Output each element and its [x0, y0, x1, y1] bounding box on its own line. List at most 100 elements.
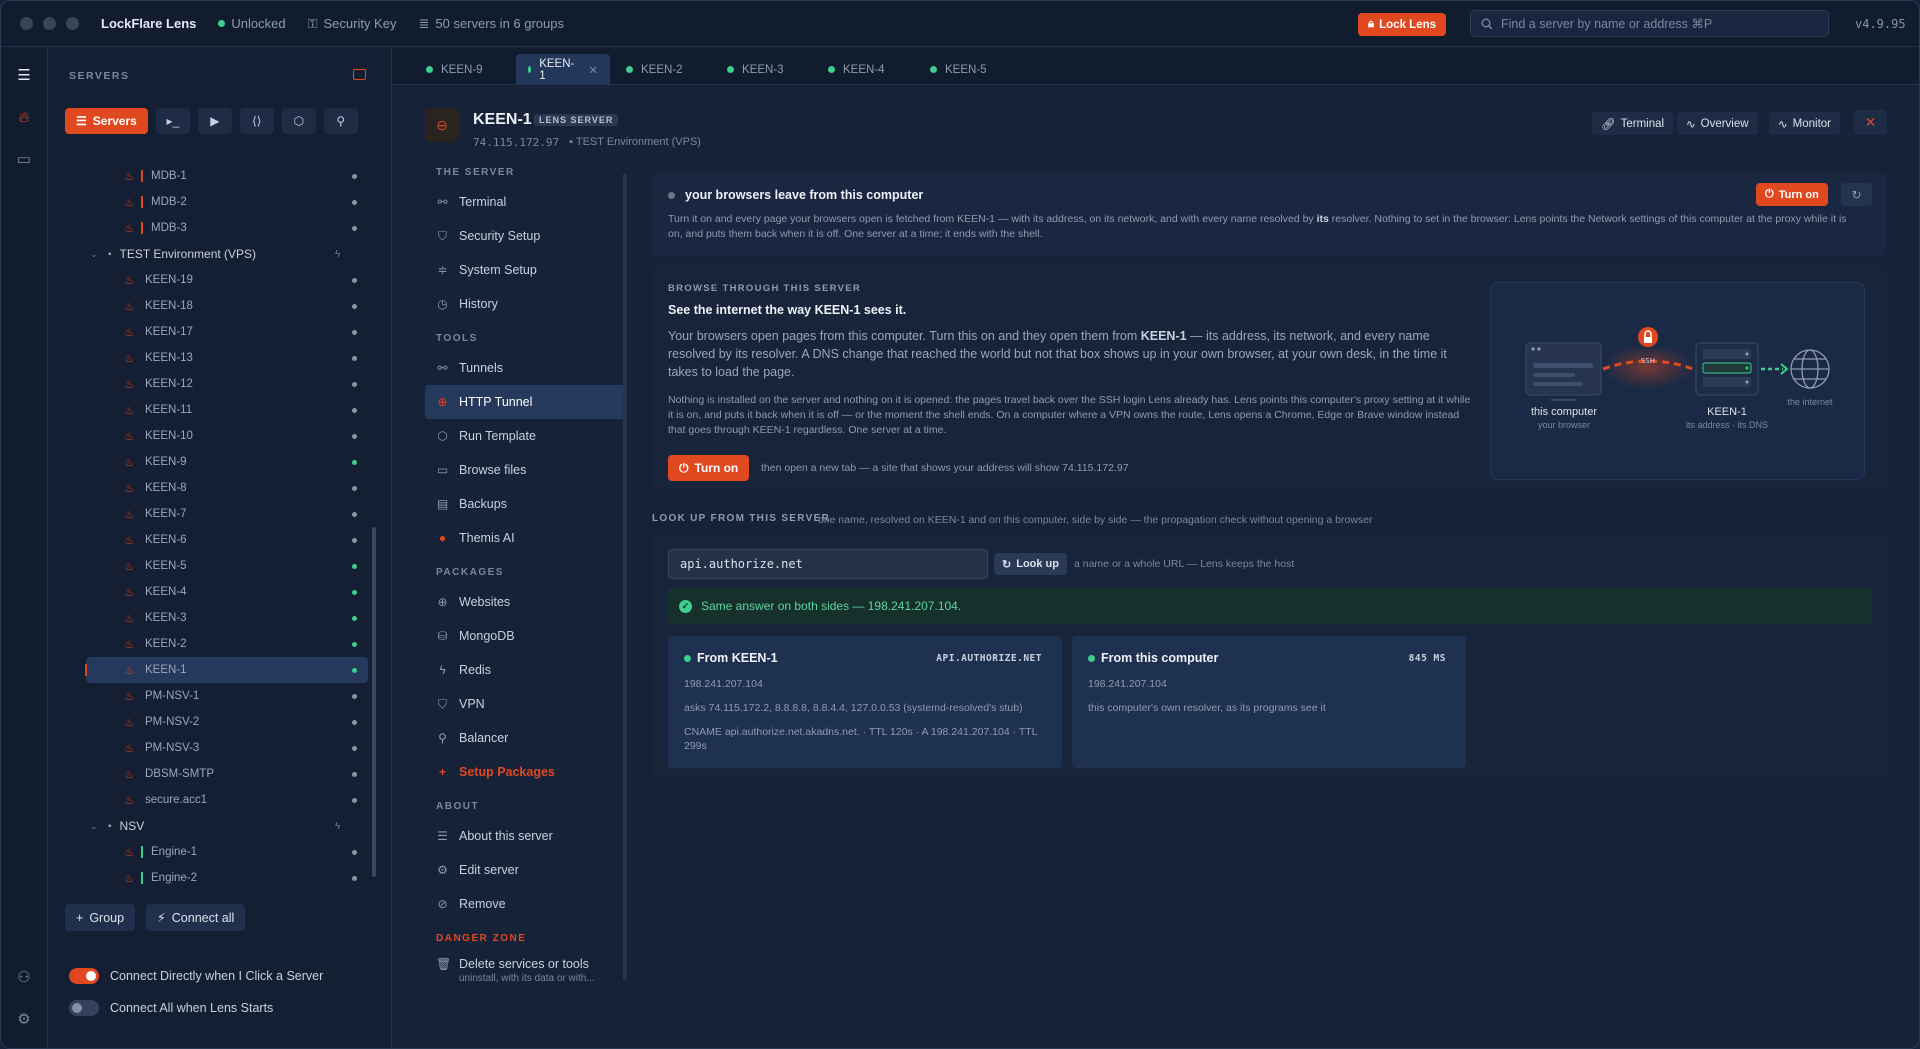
tree-server-item[interactable]: ♨ KEEN-8 [48, 475, 378, 501]
connect-all-on-start-toggle[interactable] [69, 1000, 99, 1016]
tree-server-item[interactable]: ♨ secure.acc1 [48, 787, 378, 813]
tree-server-item[interactable]: ♨ KEEN-5 [48, 553, 378, 579]
tree-server-item[interactable]: ♨ Engine-1 [48, 839, 378, 865]
nav-scrollbar[interactable] [623, 173, 627, 981]
nav-vpn[interactable]: ⛉ VPN [425, 687, 627, 721]
overview-button[interactable]: ∿ Overview [1677, 112, 1758, 135]
tree-server-item[interactable]: ♨ PM-NSV-1 [48, 683, 378, 709]
tab-keen-5[interactable]: KEEN-5 [918, 54, 999, 85]
nav-redis[interactable]: ϟ Redis [425, 653, 627, 687]
tree-server-item[interactable]: ♨ PM-NSV-2 [48, 709, 378, 735]
bolt-icon[interactable]: ϟ [335, 249, 340, 260]
close-window-button[interactable] [20, 17, 33, 30]
tree-server-item[interactable]: ♨ KEEN-19 [48, 267, 378, 293]
close-tab-icon[interactable]: ✕ [588, 63, 598, 77]
tree-group[interactable]: ⌄ ▪ TEST Environment (VPS) ϟ [48, 241, 378, 267]
nav-section-tools: TOOLS [436, 333, 478, 344]
lock-lens-button[interactable]: 🔒︎ Lock Lens [1358, 13, 1447, 36]
nav-security-setup[interactable]: ⛉ Security Setup [425, 219, 627, 253]
tree-server-item[interactable]: ♨ KEEN-18 [48, 293, 378, 319]
zoom-window-button[interactable] [66, 17, 79, 30]
nav-mongodb[interactable]: ⛁ MongoDB [425, 619, 627, 653]
sidebar-scrollbar[interactable] [372, 527, 376, 877]
nav-terminal[interactable]: ⚯ Terminal [425, 185, 627, 219]
nav-edit-server[interactable]: ⚙ Edit server [425, 853, 627, 887]
tree-server-item[interactable]: ♨ KEEN-17 [48, 319, 378, 345]
tree-server-item[interactable]: ♨ MDB-1 [48, 163, 378, 189]
nav-websites[interactable]: ⊕ Websites [425, 585, 627, 619]
tree-server-item[interactable]: ♨ KEEN-10 [48, 423, 378, 449]
nav-about[interactable]: ☰ About this server [425, 819, 627, 853]
lookup-input[interactable]: api.authorize.net [668, 549, 988, 579]
nav-browse-files[interactable]: ▭ Browse files [425, 453, 627, 487]
connect-directly-toggle[interactable] [69, 968, 99, 984]
settings-gear-icon[interactable]: ⚙ [14, 1009, 34, 1029]
users-icon[interactable]: ⚇ [14, 967, 34, 987]
lookup-button[interactable]: ↻ Look up [994, 553, 1067, 575]
tree-server-item[interactable]: ♨ KEEN-2 [48, 631, 378, 657]
tree-group[interactable]: ⌄ ▪ NSV ϟ [48, 813, 378, 839]
add-group-button[interactable]: + Group [65, 904, 136, 931]
tree-server-item[interactable]: ♨ MDB-3 [48, 215, 378, 241]
tab-keen-4[interactable]: KEEN-4 [816, 54, 897, 85]
tab-keen-1[interactable]: KEEN-1 ✕ [516, 54, 610, 85]
nav-balancer[interactable]: ⚲ Balancer [425, 721, 627, 755]
flame-icon: ♨ [124, 794, 134, 807]
nav-themis-ai[interactable]: ● Themis AI [425, 521, 627, 555]
tree-server-item[interactable]: ♨ KEEN-6 [48, 527, 378, 553]
tree-server-item[interactable]: ♨ KEEN-7 [48, 501, 378, 527]
tree-server-item[interactable]: ♨ KEEN-13 [48, 345, 378, 371]
tab-run[interactable]: ▶ [197, 108, 232, 134]
tree-server-item[interactable]: ♨ KEEN-11 [48, 397, 378, 423]
nav-backups[interactable]: ▤ Backups [425, 487, 627, 521]
servers-sidebar: SERVERS ☰ Servers ▸_ ▶ ⟨⟩ ⬡ ⚲ ♨ MDB-1 ♨ MDB-… [48, 47, 392, 1048]
minimize-window-button[interactable] [43, 17, 56, 30]
servers-icon[interactable]: ☰ [14, 65, 34, 85]
browse-turn-on-button[interactable]: ⏻ Turn on [668, 455, 750, 481]
nav-history[interactable]: ◷ History [425, 287, 627, 321]
tab-packages[interactable]: ⬡ [281, 108, 316, 134]
nav-remove[interactable]: ⊘ Remove [425, 887, 627, 921]
tab-keen-9[interactable]: KEEN-9 [414, 54, 495, 85]
chevron-down-icon[interactable]: ⌄ [90, 249, 102, 260]
security-key-indicator[interactable]: ⚿ Security Key [308, 16, 397, 32]
tree-server-item[interactable]: ♨ MDB-2 [48, 189, 378, 215]
connect-all-button[interactable]: ⚡︎ Connect all [146, 904, 246, 931]
connection-status-dot [352, 459, 357, 465]
tab-terminal[interactable]: ▸_ [155, 108, 190, 134]
bolt-icon[interactable]: ϟ [335, 821, 340, 832]
server-search-input[interactable]: Find a server by name or address ⌘P [1470, 10, 1829, 37]
refresh-button[interactable]: ↻ [1841, 183, 1872, 206]
proxy-description: Turn it on and every page your browsers … [668, 213, 1847, 240]
folder-icon[interactable]: ▭ [14, 149, 34, 169]
tree-server-item[interactable]: ♨ Engine-2 [48, 865, 378, 891]
terminal-button[interactable]: 🔗︎ Terminal [1592, 112, 1674, 135]
tab-code[interactable]: ⟨⟩ [239, 108, 274, 134]
flame-icon[interactable]: 🔥︎ [14, 107, 34, 127]
shield-icon: ⛉ [437, 696, 447, 711]
tab-keen-2[interactable]: KEEN-2 [614, 54, 695, 85]
proxy-turn-on-button[interactable]: ⏻ Turn on [1756, 183, 1828, 206]
monitor-button[interactable]: ∿ Monitor [1769, 112, 1840, 135]
tree-server-item[interactable]: ♨ DBSM-SMTP [48, 761, 378, 787]
tree-server-item[interactable]: ♨ KEEN-9 [48, 449, 378, 475]
nav-run-template[interactable]: ⬡ Run Template [425, 419, 627, 453]
tab-topology[interactable]: ⚲ [323, 108, 358, 134]
connection-status-dot [352, 173, 357, 179]
nav-delete-services[interactable]: 🗑︎ Delete services or tools uninstall, wit… [425, 951, 627, 991]
nav-system-setup[interactable]: ≑ System Setup [425, 253, 627, 287]
tree-server-item[interactable]: ♨ KEEN-1 [85, 657, 368, 683]
tree-server-item[interactable]: ♨ KEEN-12 [48, 371, 378, 397]
chevron-down-icon[interactable]: ⌄ [90, 821, 102, 832]
tab-servers[interactable]: ☰ Servers [65, 108, 148, 134]
tree-server-item[interactable]: ♨ PM-NSV-3 [48, 735, 378, 761]
database-icon: ⛁ [437, 629, 448, 643]
tree-server-item[interactable]: ♨ KEEN-3 [48, 605, 378, 631]
tree-server-item[interactable]: ♨ KEEN-4 [48, 579, 378, 605]
close-server-button[interactable]: ✕ [1854, 110, 1887, 135]
nav-tunnels[interactable]: ⚯ Tunnels [425, 351, 627, 385]
nav-http-tunnel[interactable]: ⊕ HTTP Tunnel [425, 385, 627, 419]
tab-keen-3[interactable]: KEEN-3 [715, 54, 796, 85]
nav-setup-packages[interactable]: + Setup Packages [425, 755, 627, 789]
collapse-sidebar-icon[interactable] [353, 69, 366, 80]
